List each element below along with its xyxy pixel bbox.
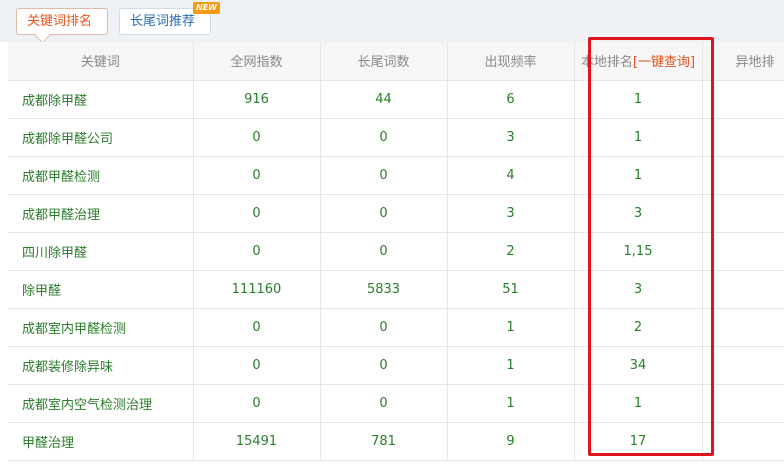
table-row: 甲醛治理 15491 781 9 17 bbox=[8, 422, 784, 461]
table-row: 成都室内甲醛检测 0 0 1 2 bbox=[8, 308, 784, 347]
keyword-link[interactable]: 成都室内甲醛检测 bbox=[8, 308, 194, 347]
local-rank-value: 3 bbox=[574, 270, 703, 309]
frequency-value: 51 bbox=[447, 270, 575, 309]
longtail-value: 5833 bbox=[320, 270, 448, 309]
index-value: 0 bbox=[193, 232, 321, 271]
table-row: 除甲醛 111160 5833 51 3 bbox=[8, 270, 784, 309]
keyword-link[interactable]: 四川除甲醛 bbox=[8, 232, 194, 271]
longtail-value: 0 bbox=[320, 118, 448, 157]
table-row: 成都甲醛检测 0 0 4 1 bbox=[8, 156, 784, 195]
remote-rank-value bbox=[702, 118, 784, 157]
keyword-table: 关键词 全网指数 长尾词数 出现频率 本地排名[一键查询] 异地排 成都除甲醛 9… bbox=[8, 42, 784, 461]
col-remote-rank-header: 异地排 bbox=[702, 42, 784, 81]
table-row: 成都装修除异味 0 0 1 34 bbox=[8, 346, 784, 385]
frequency-value: 2 bbox=[447, 232, 575, 271]
remote-rank-value bbox=[702, 384, 784, 423]
keyword-link[interactable]: 成都除甲醛 bbox=[8, 80, 194, 119]
local-rank-value: 34 bbox=[574, 346, 703, 385]
index-value: 0 bbox=[193, 346, 321, 385]
table-row: 成都除甲醛公司 0 0 3 1 bbox=[8, 118, 784, 157]
longtail-value: 44 bbox=[320, 80, 448, 119]
tab-keyword-ranking[interactable]: 关键词排名 bbox=[16, 8, 108, 35]
index-value: 111160 bbox=[193, 270, 321, 309]
col-index-header[interactable]: 全网指数 bbox=[193, 42, 321, 81]
index-value: 0 bbox=[193, 118, 321, 157]
frequency-value: 9 bbox=[447, 422, 575, 461]
local-rank-value: 1 bbox=[574, 384, 703, 423]
remote-rank-value bbox=[702, 346, 784, 385]
one-click-query-link[interactable]: [一键查询] bbox=[633, 55, 695, 70]
new-badge: NEW bbox=[193, 2, 220, 14]
keyword-link[interactable]: 成都装修除异味 bbox=[8, 346, 194, 385]
frequency-value: 3 bbox=[447, 118, 575, 157]
index-value: 15491 bbox=[193, 422, 321, 461]
longtail-value: 0 bbox=[320, 308, 448, 347]
keyword-link[interactable]: 成都室内空气检测治理 bbox=[8, 384, 194, 423]
frequency-value: 1 bbox=[447, 346, 575, 385]
index-value: 0 bbox=[193, 156, 321, 195]
remote-rank-value bbox=[702, 270, 784, 309]
longtail-value: 781 bbox=[320, 422, 448, 461]
local-rank-value: 1,15 bbox=[574, 232, 703, 271]
longtail-value: 0 bbox=[320, 346, 448, 385]
keyword-link[interactable]: 甲醛治理 bbox=[8, 422, 194, 461]
table-row: 成都除甲醛 916 44 6 1 bbox=[8, 80, 784, 119]
keyword-link[interactable]: 成都甲醛治理 bbox=[8, 194, 194, 233]
local-rank-value: 2 bbox=[574, 308, 703, 347]
frequency-value: 6 bbox=[447, 80, 575, 119]
remote-rank-value bbox=[702, 308, 784, 347]
frequency-value: 1 bbox=[447, 384, 575, 423]
index-value: 0 bbox=[193, 194, 321, 233]
remote-rank-value bbox=[702, 422, 784, 461]
remote-rank-value bbox=[702, 194, 784, 233]
table-row: 成都甲醛治理 0 0 3 3 bbox=[8, 194, 784, 233]
local-rank-value: 3 bbox=[574, 194, 703, 233]
local-rank-value: 17 bbox=[574, 422, 703, 461]
keyword-link[interactable]: 成都除甲醛公司 bbox=[8, 118, 194, 157]
local-rank-label: 本地排名 bbox=[580, 55, 633, 71]
col-local-rank-header: 本地排名[一键查询] bbox=[574, 42, 703, 81]
frequency-value: 3 bbox=[447, 194, 575, 233]
table-row: 四川除甲醛 0 0 2 1,15 bbox=[8, 232, 784, 271]
frequency-value: 4 bbox=[447, 156, 575, 195]
keyword-link[interactable]: 成都甲醛检测 bbox=[8, 156, 194, 195]
longtail-value: 0 bbox=[320, 232, 448, 271]
col-longtail-header[interactable]: 长尾词数 bbox=[320, 42, 448, 81]
col-keyword-header[interactable]: 关键词 bbox=[8, 42, 194, 81]
index-value: 0 bbox=[193, 308, 321, 347]
remote-rank-value bbox=[702, 156, 784, 195]
longtail-value: 0 bbox=[320, 384, 448, 423]
tab-bar: 关键词排名 长尾词推荐 NEW bbox=[0, 0, 784, 42]
index-value: 916 bbox=[193, 80, 321, 119]
keyword-link[interactable]: 除甲醛 bbox=[8, 270, 194, 309]
local-rank-value: 1 bbox=[574, 156, 703, 195]
longtail-value: 0 bbox=[320, 194, 448, 233]
col-frequency-header[interactable]: 出现频率 bbox=[447, 42, 575, 81]
frequency-value: 1 bbox=[447, 308, 575, 347]
longtail-value: 0 bbox=[320, 156, 448, 195]
table-row: 成都室内空气检测治理 0 0 1 1 bbox=[8, 384, 784, 423]
table-header-row: 关键词 全网指数 长尾词数 出现频率 本地排名[一键查询] 异地排 bbox=[8, 42, 784, 81]
local-rank-value: 1 bbox=[574, 80, 703, 119]
local-rank-value: 1 bbox=[574, 118, 703, 157]
remote-rank-value bbox=[702, 80, 784, 119]
index-value: 0 bbox=[193, 384, 321, 423]
remote-rank-value bbox=[702, 232, 784, 271]
